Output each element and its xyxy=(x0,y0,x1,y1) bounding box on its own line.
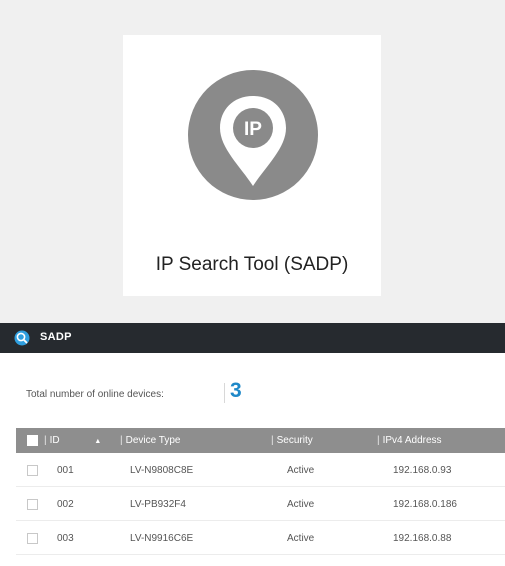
cell-ipv4-address: 192.168.0.88 xyxy=(393,533,452,544)
desktop-area: IP IP Search Tool (SADP) xyxy=(0,0,505,323)
table-row[interactable]: 003 LV-N9916C6E Active 192.168.0.88 xyxy=(16,521,505,555)
device-table: | ID ▲ | Device Type | Security | IPv4 Addre… xyxy=(16,428,505,555)
row-checkbox[interactable] xyxy=(27,499,38,510)
cell-device-type: LV-N9808C8E xyxy=(130,465,194,476)
sadp-app-tile[interactable]: IP IP Search Tool (SADP) xyxy=(123,35,381,296)
cell-security: Active xyxy=(287,533,315,544)
row-checkbox[interactable] xyxy=(27,533,38,544)
online-devices-label: Total number of online devices: xyxy=(26,389,164,400)
cell-id: 001 xyxy=(57,465,74,476)
logo-text: IP xyxy=(244,119,262,140)
column-header-id[interactable]: | ID ▲ xyxy=(44,435,101,446)
cell-security: Active xyxy=(287,465,315,476)
sadp-window: SADP Total number of online devices: 3 |… xyxy=(0,323,505,566)
sadp-logo-icon xyxy=(14,330,30,346)
row-checkbox[interactable] xyxy=(27,465,38,476)
table-row[interactable]: 002 LV-PB932F4 Active 192.168.0.186 xyxy=(16,487,505,521)
count-divider xyxy=(224,383,225,403)
column-header-ipv4-address[interactable]: | IPv4 Address xyxy=(377,435,442,446)
cell-security: Active xyxy=(287,499,315,510)
cell-id: 003 xyxy=(57,533,74,544)
title-bar: SADP xyxy=(0,323,505,353)
online-devices-count: 3 xyxy=(230,379,242,402)
ip-location-pin-icon: IP xyxy=(188,70,318,200)
window-title: SADP xyxy=(40,331,72,343)
column-header-device-type[interactable]: | Device Type xyxy=(120,435,180,446)
table-header: | ID ▲ | Device Type | Security | IPv4 Addre… xyxy=(16,428,505,453)
column-header-security[interactable]: | Security xyxy=(271,435,313,446)
cell-ipv4-address: 192.168.0.93 xyxy=(393,465,452,476)
select-all-checkbox[interactable] xyxy=(27,435,38,446)
cell-id: 002 xyxy=(57,499,74,510)
cell-device-type: LV-N9916C6E xyxy=(130,533,194,544)
cell-ipv4-address: 192.168.0.186 xyxy=(393,499,457,510)
cell-device-type: LV-PB932F4 xyxy=(130,499,186,510)
table-row[interactable]: 001 LV-N9808C8E Active 192.168.0.93 xyxy=(16,453,505,487)
sort-up-arrow-icon[interactable]: ▲ xyxy=(94,438,101,445)
app-tile-title: IP Search Tool (SADP) xyxy=(155,254,349,275)
